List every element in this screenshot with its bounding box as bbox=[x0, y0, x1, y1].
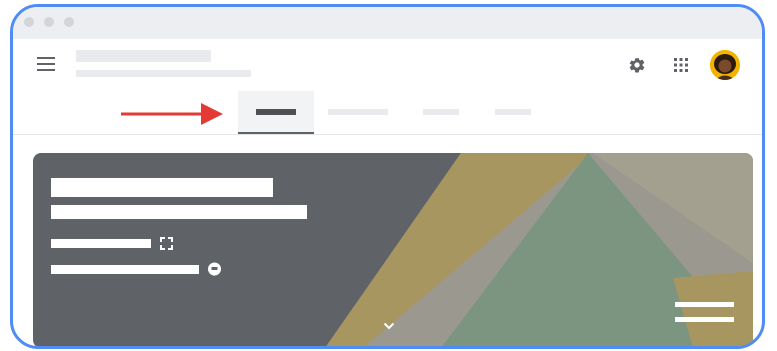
tab-2[interactable] bbox=[328, 91, 390, 133]
banner-info-line-1 bbox=[51, 239, 151, 248]
gear-icon[interactable] bbox=[628, 56, 646, 79]
chevron-down-icon[interactable] bbox=[383, 317, 395, 335]
tab-3[interactable] bbox=[423, 91, 461, 133]
hero-banner bbox=[33, 153, 753, 346]
hamburger-lines-icon[interactable] bbox=[675, 302, 734, 324]
red-arrow-annotation bbox=[119, 99, 229, 134]
browser-window bbox=[10, 4, 765, 349]
header-divider bbox=[13, 134, 762, 135]
page-subtitle bbox=[76, 70, 251, 77]
minimize-window-dot[interactable] bbox=[44, 17, 54, 27]
tab-2-label bbox=[328, 109, 388, 115]
chat-icon[interactable] bbox=[207, 262, 222, 282]
apps-grid-icon[interactable] bbox=[673, 57, 689, 78]
banner-title bbox=[51, 178, 273, 197]
close-window-dot[interactable] bbox=[24, 17, 34, 27]
banner-subtitle bbox=[51, 205, 307, 219]
tab-3-label bbox=[423, 109, 459, 115]
avatar[interactable] bbox=[710, 50, 740, 80]
tab-4-label bbox=[495, 109, 531, 115]
page-title bbox=[76, 50, 211, 62]
maximize-window-dot[interactable] bbox=[64, 17, 74, 27]
window-titlebar bbox=[13, 7, 762, 39]
tab-1[interactable] bbox=[238, 91, 314, 135]
banner-info-line-2 bbox=[51, 265, 199, 274]
menu-icon[interactable] bbox=[37, 57, 55, 71]
tab-4[interactable] bbox=[495, 91, 533, 133]
fullscreen-icon[interactable] bbox=[160, 237, 173, 255]
tab-1-label bbox=[256, 109, 296, 115]
